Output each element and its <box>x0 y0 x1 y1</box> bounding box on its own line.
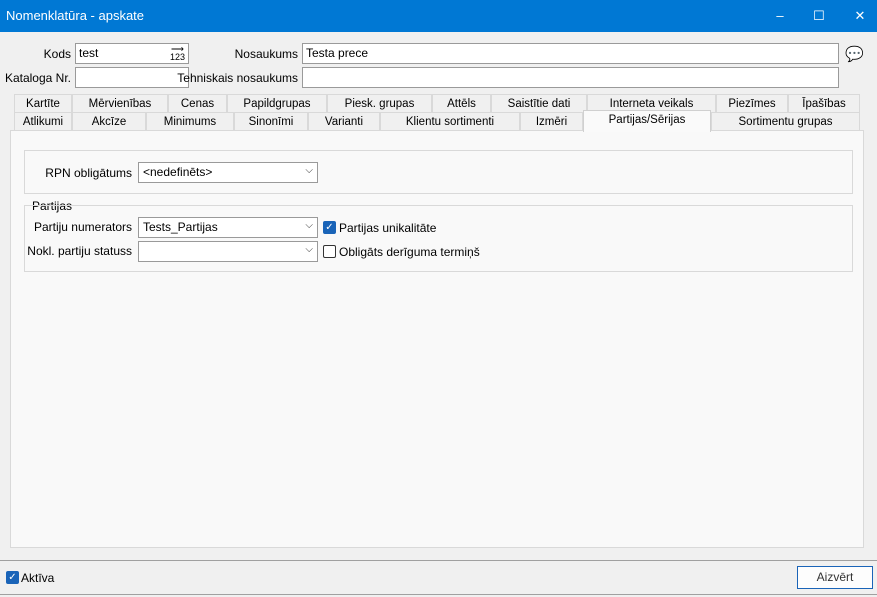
tab-sortimentu-grupas[interactable]: Sortimentu grupas <box>711 112 860 131</box>
tab-saistītie-dati[interactable]: Saistītie dati <box>491 94 587 113</box>
partijas-group: Partiju numerators Tests_Partijas ⌵ ✓ Par… <box>24 205 853 272</box>
tab-papildgrupas[interactable]: Papildgrupas <box>227 94 327 113</box>
statuss-label: Nokl. partiju statuss <box>27 244 132 258</box>
tab-akcīze[interactable]: Akcīze <box>72 112 146 131</box>
tab-minimums[interactable]: Minimums <box>146 112 234 131</box>
numerators-label: Partiju numerators <box>33 220 132 234</box>
rpn-label: RPN obligātums <box>45 166 132 180</box>
tab-īpašības[interactable]: Īpašības <box>788 94 860 113</box>
kods-value: test <box>79 46 99 60</box>
tehniskais-label: Tehniskais nosaukums <box>177 71 298 85</box>
rpn-select[interactable]: <nedefinēts> ⌵ <box>138 162 318 183</box>
tab-klientu-sortimenti[interactable]: Klientu sortimenti <box>380 112 520 131</box>
tab-panel: RPN obligātums <nedefinēts> ⌵ Partijas Pa… <box>10 130 864 548</box>
chevron-down-icon: ⌵ <box>305 244 313 255</box>
chevron-down-icon: ⌵ <box>305 165 313 176</box>
kataloga-label: Kataloga Nr. <box>4 71 71 85</box>
tab-attēls[interactable]: Attēls <box>432 94 491 113</box>
termins-checkbox[interactable] <box>323 245 336 258</box>
nosaukums-label: Nosaukums <box>234 47 298 61</box>
title-bar: Nomenklatūra - apskate – ☐ ✕ <box>0 0 877 32</box>
window-title: Nomenklatūra - apskate <box>6 8 145 23</box>
tab-cenas[interactable]: Cenas <box>168 94 227 113</box>
tehniskais-input[interactable] <box>302 67 839 88</box>
numerators-value: Tests_Partijas <box>143 220 218 234</box>
close-dialog-button[interactable]: Aizvērt <box>797 566 873 589</box>
rpn-value: <nedefinēts> <box>143 165 213 179</box>
maximize-button[interactable]: ☐ <box>807 4 831 28</box>
tab-atlikumi[interactable]: Atlikumi <box>14 112 72 131</box>
tab-piesk-grupas[interactable]: Piesk. grupas <box>327 94 432 113</box>
tab-sinonīmi[interactable]: Sinonīmi <box>234 112 308 131</box>
aktiva-checkbox[interactable]: ✓ <box>6 571 19 584</box>
termins-label: Obligāts derīguma termiņš <box>339 245 480 259</box>
tab-kartīte[interactable]: Kartīte <box>14 94 72 113</box>
unikalitate-label: Partijas unikalitāte <box>339 221 437 235</box>
tab-izmēri[interactable]: Izmēri <box>520 112 583 131</box>
statuss-select[interactable]: ⌵ <box>138 241 318 262</box>
chevron-down-icon: ⌵ <box>305 220 313 231</box>
bottom-border <box>0 594 877 595</box>
tab-mērvienības[interactable]: Mērvienības <box>72 94 168 113</box>
footer-divider <box>0 560 877 561</box>
kods-input[interactable]: test ⟶ 123 <box>75 43 189 64</box>
rpn-group: RPN obligātums <nedefinēts> ⌵ <box>24 150 853 194</box>
tab-partijas-sērijas[interactable]: Partijas/Sērijas <box>583 110 711 132</box>
counter-icon[interactable]: ⟶ 123 <box>170 45 185 62</box>
comments-icon[interactable]: 💬 <box>845 45 864 63</box>
aktiva-label: Aktīva <box>21 571 55 585</box>
tab-varianti[interactable]: Varianti <box>308 112 380 131</box>
tab-piezīmes[interactable]: Piezīmes <box>716 94 788 113</box>
numerators-select[interactable]: Tests_Partijas ⌵ <box>138 217 318 238</box>
unikalitate-checkbox[interactable]: ✓ <box>323 221 336 234</box>
close-button[interactable]: ✕ <box>848 4 872 28</box>
nosaukums-input[interactable]: Testa prece <box>302 43 839 64</box>
kods-label: Kods <box>43 47 71 61</box>
kataloga-input[interactable] <box>75 67 189 88</box>
minimize-button[interactable]: – <box>768 4 792 28</box>
